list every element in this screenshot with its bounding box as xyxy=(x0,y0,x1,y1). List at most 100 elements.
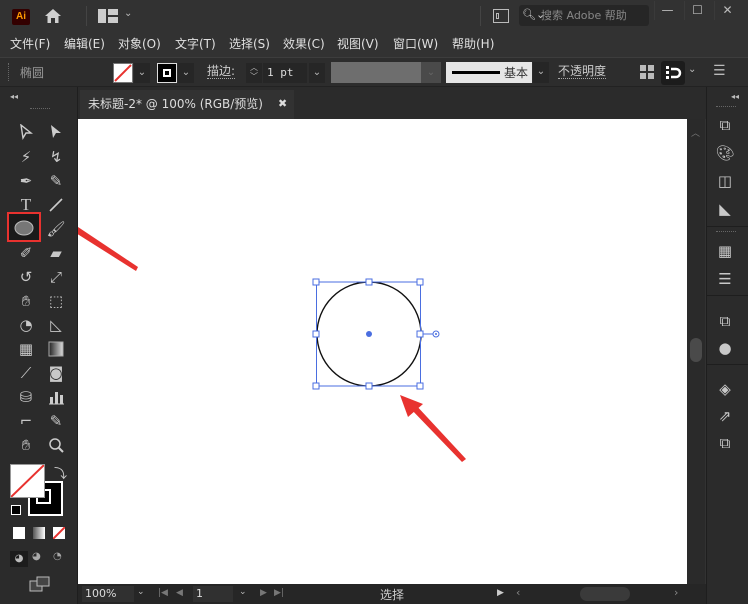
stroke-dropdown[interactable]: ⌄ xyxy=(178,63,194,83)
panel-grip[interactable] xyxy=(716,106,736,107)
stroke-label[interactable]: 描边: xyxy=(207,64,236,79)
symbol-sprayer-tool[interactable]: ⛁ xyxy=(15,386,37,408)
menu-object[interactable]: 对象(O) xyxy=(118,35,161,52)
align-icon[interactable] xyxy=(640,65,654,79)
artboard-number-field[interactable]: 1 xyxy=(193,586,233,602)
none-mode-button[interactable] xyxy=(52,526,66,540)
export-icon[interactable]: ⇗ xyxy=(714,405,736,427)
mesh-tool[interactable]: ▦ xyxy=(15,338,37,360)
paintbrush-tool[interactable]: 🖌︎ xyxy=(45,218,67,240)
artboard-tool[interactable]: ⌐ xyxy=(15,410,37,432)
swatches-icon[interactable]: ▦ xyxy=(714,240,736,262)
shape-builder-tool[interactable]: ◔ xyxy=(15,314,37,336)
menu-type[interactable]: 文字(T) xyxy=(175,35,216,52)
zoom-dropdown-icon[interactable]: ⌄ xyxy=(137,587,145,597)
scroll-right-icon[interactable]: › xyxy=(674,586,678,599)
gradient-tool[interactable] xyxy=(45,338,67,360)
pathfinder-icon[interactable]: ⧉ xyxy=(714,310,736,332)
status-menu-icon[interactable]: ▶ xyxy=(497,588,504,598)
default-colors-icon[interactable] xyxy=(11,505,21,515)
puppet-warp-tool[interactable]: ✋︎ xyxy=(15,290,37,312)
menu-effect[interactable]: 效果(C) xyxy=(283,35,325,52)
document-tab[interactable]: 未标题-2* @ 100% (RGB/预览) xyxy=(80,90,294,119)
brush-dropdown[interactable]: ⌄ xyxy=(533,62,549,83)
fill-dropdown[interactable]: ⌄ xyxy=(134,63,150,83)
eyedropper-tool[interactable]: ⟋ xyxy=(15,362,37,384)
home-icon[interactable] xyxy=(44,8,62,24)
draw-normal-button[interactable]: ◕ xyxy=(10,551,28,567)
variable-width-profile[interactable] xyxy=(331,62,421,83)
stroke-weight-dropdown[interactable]: ⌄ xyxy=(309,63,325,83)
magic-wand-tool[interactable]: ⚡︎ xyxy=(15,146,37,168)
zoom-tool[interactable] xyxy=(45,434,67,456)
maximize-button[interactable]: ☐ xyxy=(684,1,710,20)
color-mode-button[interactable] xyxy=(13,527,25,539)
scale-tool[interactable]: ⤢ xyxy=(45,266,67,288)
horizontal-scroll-thumb[interactable] xyxy=(580,587,630,601)
next-artboard-icon[interactable]: ▶ xyxy=(260,588,267,598)
gradient-mode-button[interactable] xyxy=(33,527,45,539)
arrange-documents-button[interactable] xyxy=(493,9,509,23)
direct-selection-tool[interactable] xyxy=(45,121,67,143)
layers-icon[interactable]: ◈ xyxy=(714,378,736,400)
workspace-layout-icon[interactable] xyxy=(98,9,118,23)
panel-grip[interactable] xyxy=(30,108,50,111)
scroll-left-icon[interactable]: ‹ xyxy=(516,586,520,599)
pen-tool[interactable]: ✒︎ xyxy=(15,170,37,192)
column-graph-tool[interactable] xyxy=(45,386,67,408)
shaper-tool[interactable]: ✐ xyxy=(15,242,37,264)
color-icon[interactable]: 🎨︎ xyxy=(714,142,736,164)
stroke-weight-input[interactable]: 1 pt xyxy=(263,63,307,83)
collapse-icon[interactable]: ◂◂ xyxy=(10,92,18,101)
previous-artboard-icon[interactable]: ◀ xyxy=(176,588,183,598)
minimize-button[interactable]: — xyxy=(654,1,680,20)
panel-grip[interactable] xyxy=(716,231,736,232)
appearance-icon[interactable]: ◫ xyxy=(714,170,736,192)
selection-tool[interactable] xyxy=(15,121,37,143)
stroke-swatch[interactable] xyxy=(157,63,177,83)
blend-tool[interactable]: ◙ xyxy=(45,362,67,384)
chevron-down-icon[interactable]: ⌄ xyxy=(688,64,696,75)
free-transform-tool[interactable]: ⬚ xyxy=(45,290,67,312)
menu-edit[interactable]: 编辑(E) xyxy=(64,35,105,52)
draw-behind-button[interactable]: ◕ xyxy=(32,551,41,562)
slice-tool[interactable]: ✎ xyxy=(45,410,67,432)
snap-button[interactable] xyxy=(661,61,685,85)
menu-help[interactable]: 帮助(H) xyxy=(452,35,494,52)
curvature-tool[interactable]: ✎ xyxy=(45,170,67,192)
stroke-icon[interactable]: ☰ xyxy=(714,268,736,290)
stroke-weight-stepper[interactable]: ︿ ﹀ xyxy=(246,63,262,83)
collapse-icon[interactable]: ◂◂ xyxy=(731,92,739,101)
rotate-tool[interactable]: ↺ xyxy=(15,266,37,288)
vertical-scroll-thumb[interactable] xyxy=(690,338,702,362)
menu-file[interactable]: 文件(F) xyxy=(10,35,50,52)
first-artboard-icon[interactable]: |◀ xyxy=(158,588,168,598)
draw-inside-button[interactable]: ◔ xyxy=(53,551,62,562)
transform-icon[interactable]: ⧉ xyxy=(714,114,736,136)
color-guide-icon[interactable]: ◣ xyxy=(714,198,736,220)
line-segment-tool[interactable] xyxy=(45,194,67,216)
screen-mode-icon[interactable] xyxy=(29,576,51,592)
perspective-grid-tool[interactable]: ◺ xyxy=(45,314,67,336)
last-artboard-icon[interactable]: ▶| xyxy=(274,588,284,598)
close-button[interactable]: ✕ xyxy=(714,1,740,20)
variable-width-dropdown[interactable]: ⌄ xyxy=(421,62,441,83)
hand-tool[interactable]: ✋︎ xyxy=(15,434,37,456)
close-tab-icon[interactable]: ✖ xyxy=(278,97,287,110)
chevron-down-icon[interactable]: ⌄ xyxy=(124,8,132,19)
menu-view[interactable]: 视图(V) xyxy=(337,35,379,52)
panel-grip[interactable] xyxy=(8,63,10,81)
zoom-level-field[interactable]: 100% xyxy=(82,586,134,602)
artboard-dropdown-icon[interactable]: ⌄ xyxy=(239,587,247,597)
lasso-tool[interactable]: ↯ xyxy=(45,146,67,168)
menu-select[interactable]: 选择(S) xyxy=(229,35,270,52)
fill-color-box[interactable] xyxy=(10,464,45,498)
eraser-tool[interactable]: ▰ xyxy=(45,242,67,264)
swap-colors-icon[interactable]: ⤵ xyxy=(54,463,67,482)
menu-window[interactable]: 窗口(W) xyxy=(393,35,438,52)
transparency-icon[interactable]: ● xyxy=(714,337,736,359)
opacity-label[interactable]: 不透明度 xyxy=(558,64,607,79)
ellipse-tool[interactable] xyxy=(7,212,41,242)
scroll-up-icon[interactable]: ︿ xyxy=(691,126,700,139)
artboards-icon[interactable]: ⧉ xyxy=(714,432,736,454)
